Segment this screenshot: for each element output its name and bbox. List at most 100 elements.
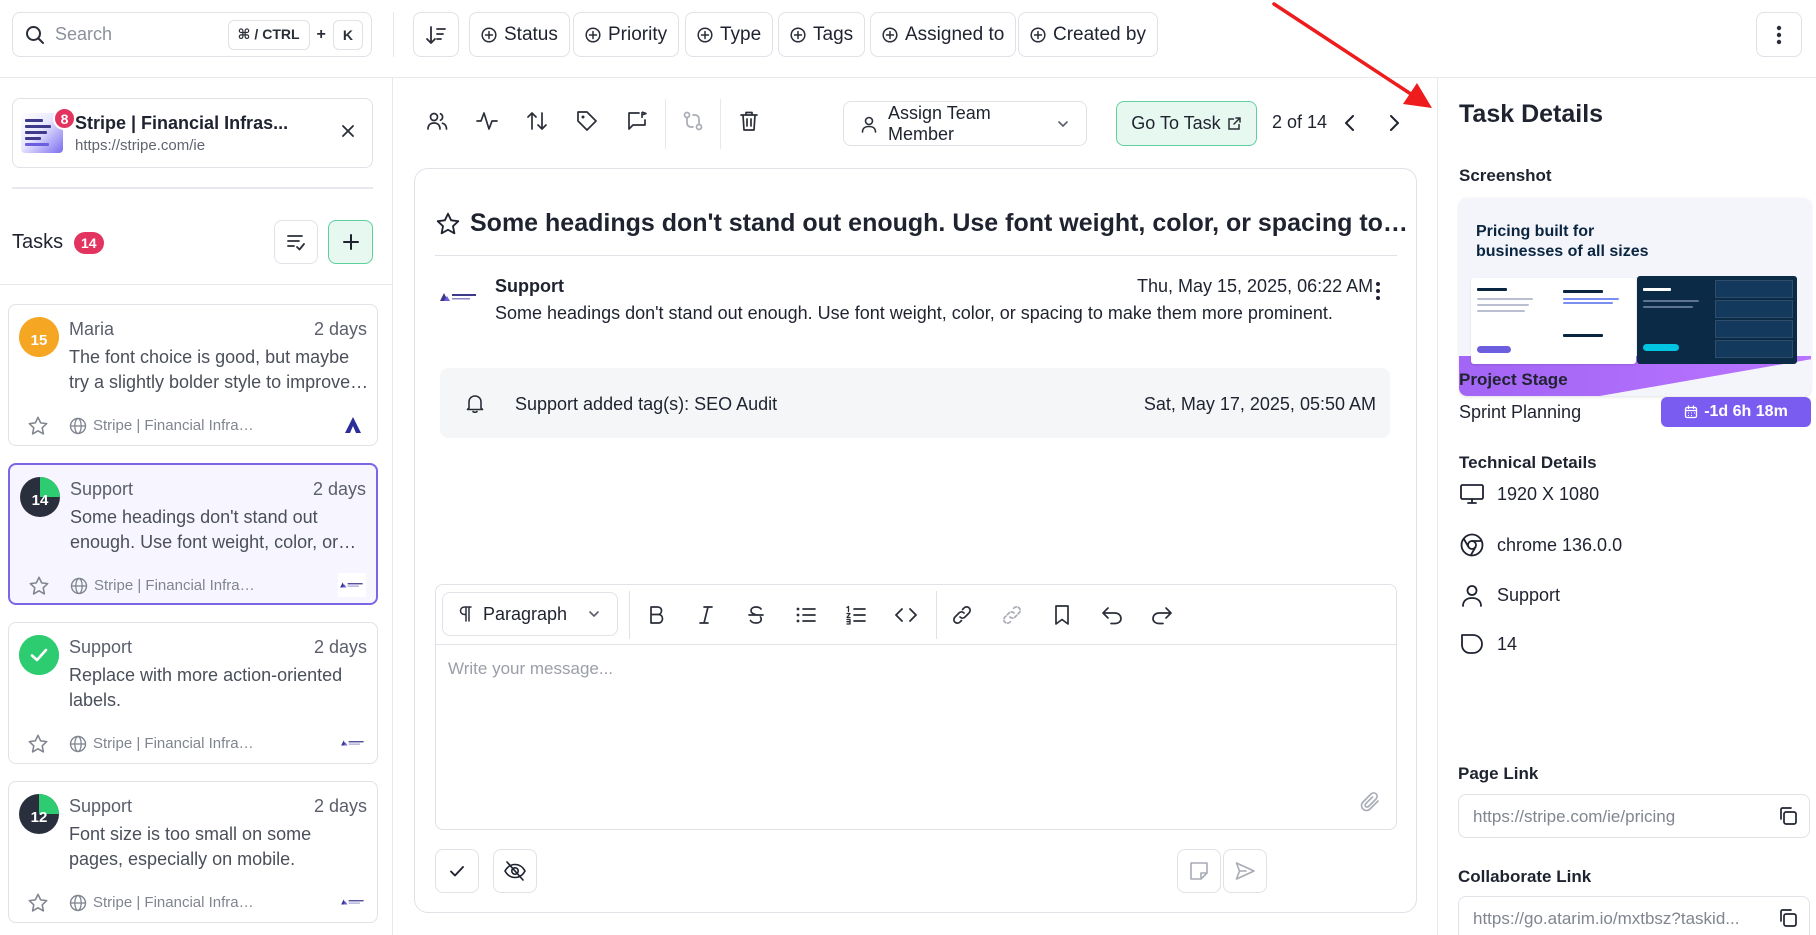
pilcrow-icon [459,606,472,622]
project-stage-value: Sprint Planning [1459,402,1582,422]
task-list-filter-button[interactable] [274,220,318,264]
chevron-down-icon [1058,120,1068,127]
task-age: 2 days [312,479,366,499]
assign-team-member-dropdown[interactable]: Assign Team Member [843,101,1087,146]
sort-button[interactable] [413,12,459,57]
users-icon [427,112,448,130]
message-options-button[interactable] [1375,281,1381,301]
filter-type-button[interactable]: Type [685,12,774,57]
search-input[interactable]: Search ⌘ / CTRL + K [12,12,372,57]
task-age: 2 days [313,319,367,339]
status-button[interactable] [622,106,652,136]
page-link-field[interactable]: https://stripe.com/ie/pricing [1458,794,1810,838]
user-value: Support [1497,584,1561,605]
task-card[interactable]: Support 2 days Replace with more action-or… [8,622,378,764]
merge-button[interactable] [678,106,708,136]
editor-toolbar-divider [629,591,630,639]
activity-button[interactable] [472,106,502,136]
add-task-button[interactable] [328,220,373,264]
task-age: 2 days [313,796,367,816]
strikethrough-icon [748,606,764,624]
task-description: Font size is too small on some pages, es… [69,824,312,869]
task-star-button[interactable] [28,575,50,597]
unlink-button[interactable] [998,601,1026,629]
task-card[interactable]: 14 Support 2 days Some headings don't stand… [8,463,378,605]
filter-created-button[interactable]: Created by [1018,12,1158,57]
plus-circle-icon [790,26,806,43]
task-star-button[interactable] [27,892,49,914]
screenshot-label: Screenshot [1459,166,1552,185]
task-card[interactable]: 12 Support 2 days Font size is too small on… [8,781,378,923]
filter-status-button[interactable]: Status [469,12,570,57]
attach-file-button[interactable] [1358,790,1382,814]
git-compare-icon [683,111,703,131]
task-star-button[interactable] [27,733,49,755]
copy-collaborate-link-button[interactable] [1777,907,1799,929]
bell-icon [464,392,486,414]
tag-button[interactable] [572,106,602,136]
numbered-list-button[interactable] [842,601,870,629]
redo-icon [1152,607,1172,625]
assignees-button[interactable] [422,106,452,136]
go-to-task-button[interactable]: Go To Task [1116,101,1257,146]
strikethrough-button[interactable] [742,601,770,629]
bullet-list-button[interactable] [792,601,820,629]
globe-icon [69,417,87,435]
arrows-up-down-icon [527,112,547,130]
collaborate-link-field[interactable]: https://go.atarim.io/mxtbsz?taskid... [1458,896,1810,935]
block-type-select[interactable]: Paragraph [442,592,618,636]
agency-logo [339,890,367,914]
star-icon [28,893,48,912]
task-card[interactable]: 15 Maria 2 days The font choice is good, bu… [8,304,378,446]
favorite-task-button[interactable] [435,211,461,237]
unlink-icon [1003,606,1021,624]
task-author: Maria [69,319,115,339]
redo-button[interactable] [1148,601,1176,629]
bookmark-button[interactable] [1048,601,1076,629]
close-site-button[interactable] [340,123,356,139]
undo-button[interactable] [1098,601,1126,629]
plus-circle-icon [697,26,713,43]
filter-priority-button[interactable]: Priority [573,12,680,57]
close-icon [342,125,354,137]
list-divider [0,284,393,285]
delete-task-button[interactable] [734,106,764,136]
more-options-button[interactable] [1756,12,1802,57]
screenshot-pricing-card [1471,278,1636,364]
bold-icon [650,606,664,624]
message-body: Some headings don't stand out enough. Us… [495,303,1333,323]
filter-assigned-button[interactable]: Assigned to [870,12,1017,57]
collaborate-link-label: Collaborate Link [1458,867,1592,886]
trash-icon [740,111,758,131]
code-button[interactable] [892,601,920,629]
filter-created-label: Created by [1053,23,1146,45]
message-input[interactable]: Write your message... [448,659,613,679]
sort-icon [426,25,446,44]
italic-button[interactable] [692,601,720,629]
site-title: Stripe | Financial Infras... [75,113,289,133]
screenshot-heading: Pricing built for businesses of all size… [1476,223,1649,260]
internal-note-toggle[interactable] [493,849,537,893]
message-editor: Paragraph Write your message... [435,584,1397,830]
stage-timer-badge[interactable]: -1d 6h 18m [1661,397,1811,427]
site-card[interactable]: 8 Stripe | Financial Infras... https://s… [12,98,373,168]
external-link-icon [1227,117,1241,130]
task-star-button[interactable] [27,415,49,437]
filter-status-label: Status [504,23,558,45]
task-site-name: Stripe | Financial Infra… [93,894,254,911]
plus-circle-icon [585,26,601,43]
priority-button[interactable] [522,106,552,136]
bold-button[interactable] [642,601,670,629]
copy-page-link-button[interactable] [1777,805,1799,827]
task-number-avatar [19,635,59,675]
message-author: Support [495,276,564,296]
filter-tags-button[interactable]: Tags [778,12,866,57]
send-message-button[interactable] [1223,849,1267,893]
filter-type-label: Type [720,23,762,45]
task-description: Some headings don't stand out enough. Us… [70,507,357,552]
sticky-note-button[interactable] [1177,849,1221,893]
numbered-list-icon [846,605,866,625]
task-screenshot[interactable]: Pricing built for businesses of all size… [1459,198,1811,396]
mark-complete-button[interactable] [435,849,479,893]
link-button[interactable] [948,601,976,629]
